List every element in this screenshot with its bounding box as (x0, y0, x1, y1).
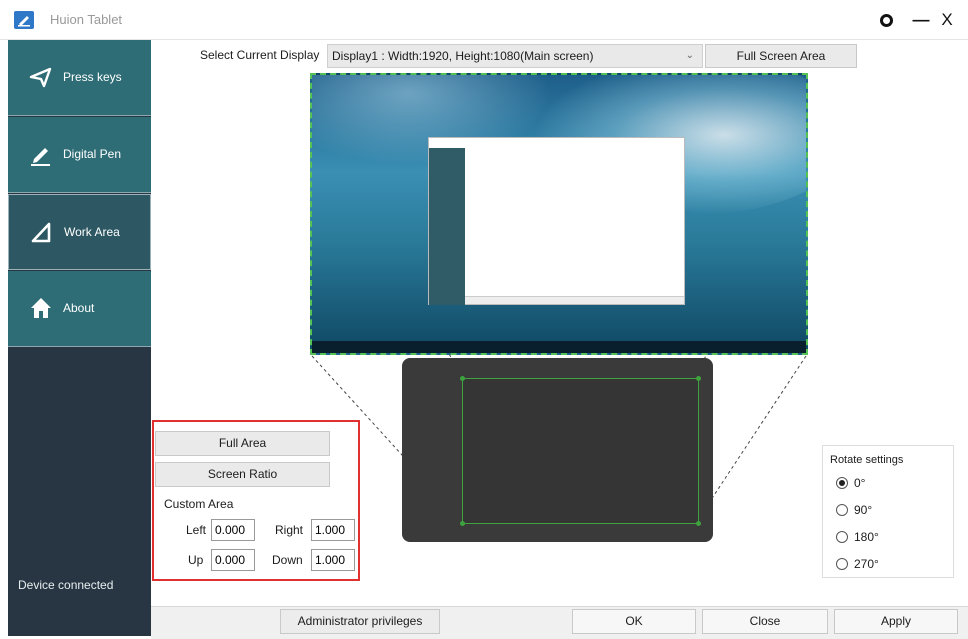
rotate-option-label: 270° (854, 557, 879, 571)
rotate-option-0[interactable]: 0° (836, 476, 865, 490)
radio-icon[interactable] (836, 558, 848, 570)
close-button[interactable]: Close (702, 609, 828, 634)
screen-preview[interactable] (310, 73, 808, 355)
radio-icon[interactable] (836, 504, 848, 516)
radio-checked-icon[interactable] (836, 477, 848, 489)
area-corner-handle[interactable] (696, 521, 701, 526)
rotate-option-label: 0° (854, 476, 866, 490)
preview-sidebar (429, 148, 465, 305)
ok-button[interactable]: OK (572, 609, 696, 634)
preview-app-window (428, 137, 685, 305)
rotate-option-180[interactable]: 180° (836, 530, 879, 544)
tablet-active-area[interactable] (460, 376, 701, 526)
rotate-option-270[interactable]: 270° (836, 557, 879, 571)
right-input[interactable] (311, 519, 355, 541)
screen-ratio-button[interactable]: Screen Ratio (155, 462, 330, 487)
up-input[interactable] (211, 549, 255, 571)
left-input[interactable] (211, 519, 255, 541)
area-corner-handle[interactable] (460, 376, 465, 381)
apply-button[interactable]: Apply (834, 609, 958, 634)
down-input[interactable] (311, 549, 355, 571)
administrator-privileges-button[interactable]: Administrator privileges (280, 609, 440, 634)
area-corner-handle[interactable] (696, 376, 701, 381)
rotate-settings-title: Rotate settings (830, 454, 904, 466)
up-label: Up (188, 553, 204, 567)
rotate-option-label: 90° (854, 503, 873, 517)
down-label: Down (272, 553, 303, 567)
preview-footer (465, 296, 684, 304)
preview-taskbar (312, 341, 806, 353)
tablet-preview (402, 358, 713, 542)
custom-area-title: Custom Area (164, 497, 234, 511)
rotate-option-90[interactable]: 90° (836, 503, 872, 517)
area-corner-handle[interactable] (460, 521, 465, 526)
rotate-option-label: 180° (854, 530, 879, 544)
right-label: Right (275, 523, 304, 537)
left-label: Left (186, 523, 207, 537)
full-area-button[interactable]: Full Area (155, 431, 330, 456)
radio-icon[interactable] (836, 531, 848, 543)
